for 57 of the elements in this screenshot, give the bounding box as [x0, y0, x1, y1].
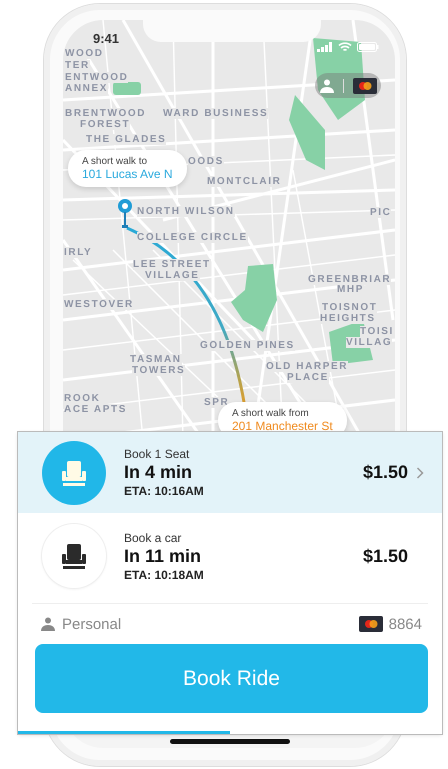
callout-caption: A short walk from	[232, 408, 310, 419]
map-label: MONTCLAIR	[207, 176, 282, 187]
profile-label: Personal	[62, 616, 122, 632]
price: $1.50	[362, 462, 408, 483]
map-label: FOREST	[80, 119, 130, 130]
map-label: TOISNOT	[322, 302, 378, 313]
map-label: WARD BUSINESS	[163, 108, 268, 119]
map-label: TOWERS	[132, 365, 186, 376]
map-label: ENTWOOD	[65, 72, 128, 83]
wait-time: In 4 min	[124, 462, 194, 483]
wait-time: In 11 min	[124, 546, 202, 566]
location-pin-icon	[117, 198, 133, 230]
map-label: TASMAN	[130, 354, 182, 365]
ride-option[interactable]: Book 1 Seat In 4 min ETA: 10:16AM $1.50	[18, 432, 442, 513]
credit-card-icon	[358, 616, 383, 632]
map-label: NORTH WILSON	[137, 206, 235, 217]
map-label: VILLAG	[346, 337, 392, 348]
person-icon	[319, 78, 336, 94]
map-label: PLACE	[287, 372, 329, 383]
map-label: OLD HARPER	[266, 361, 348, 372]
price: $1.50	[362, 546, 408, 566]
map-label: BRENTWOOD	[65, 108, 146, 119]
wifi-icon	[338, 42, 352, 52]
signal-icon	[317, 42, 333, 52]
map-label: MHP	[337, 284, 364, 295]
map-label: PIC	[370, 207, 392, 218]
option-title: Book a car	[124, 530, 182, 544]
map-label: WESTOVER	[64, 299, 134, 310]
callout-address: 101 Lucas Ave N	[82, 167, 173, 181]
eta-text: ETA: 10:16AM	[124, 484, 205, 498]
ride-option[interactable]: Book a car In 11 min ETA: 10:18AM $1.50	[18, 513, 442, 599]
callout-caption: A short walk to	[82, 156, 148, 167]
credit-card-icon	[352, 78, 377, 94]
map-label: TOISI	[360, 326, 394, 337]
map-label: HEIGHTS	[320, 313, 376, 324]
map-label: IRLY	[64, 247, 92, 258]
map-label: THE GLADES	[86, 134, 166, 145]
map-label: ACE APTS	[64, 404, 127, 415]
map-label: LEE STREET	[133, 259, 211, 270]
account-chip[interactable]	[315, 73, 381, 98]
map-label: VILLAGE	[145, 270, 200, 281]
map-label: ROOK	[64, 393, 100, 404]
map-label: WOOD	[65, 48, 104, 59]
map-label: ANNEX	[65, 83, 108, 94]
person-icon	[40, 616, 56, 632]
battery-icon	[357, 42, 379, 52]
callout-address: 201 Manchester St	[232, 419, 333, 433]
status-time: 9:41	[93, 31, 120, 46]
card-number: 8864	[388, 616, 422, 632]
eta-text: ETA: 10:18AM	[124, 568, 205, 582]
map-label: COLLEGE CIRCLE	[137, 232, 248, 243]
chevron-right-icon	[416, 466, 424, 478]
option-title: Book 1 Seat	[124, 447, 190, 461]
map-label: GREENBRIAR	[308, 274, 392, 285]
map-label: OODS	[188, 156, 224, 167]
map-label: GOLDEN PINES	[200, 340, 295, 351]
map-label: TER	[65, 60, 90, 71]
